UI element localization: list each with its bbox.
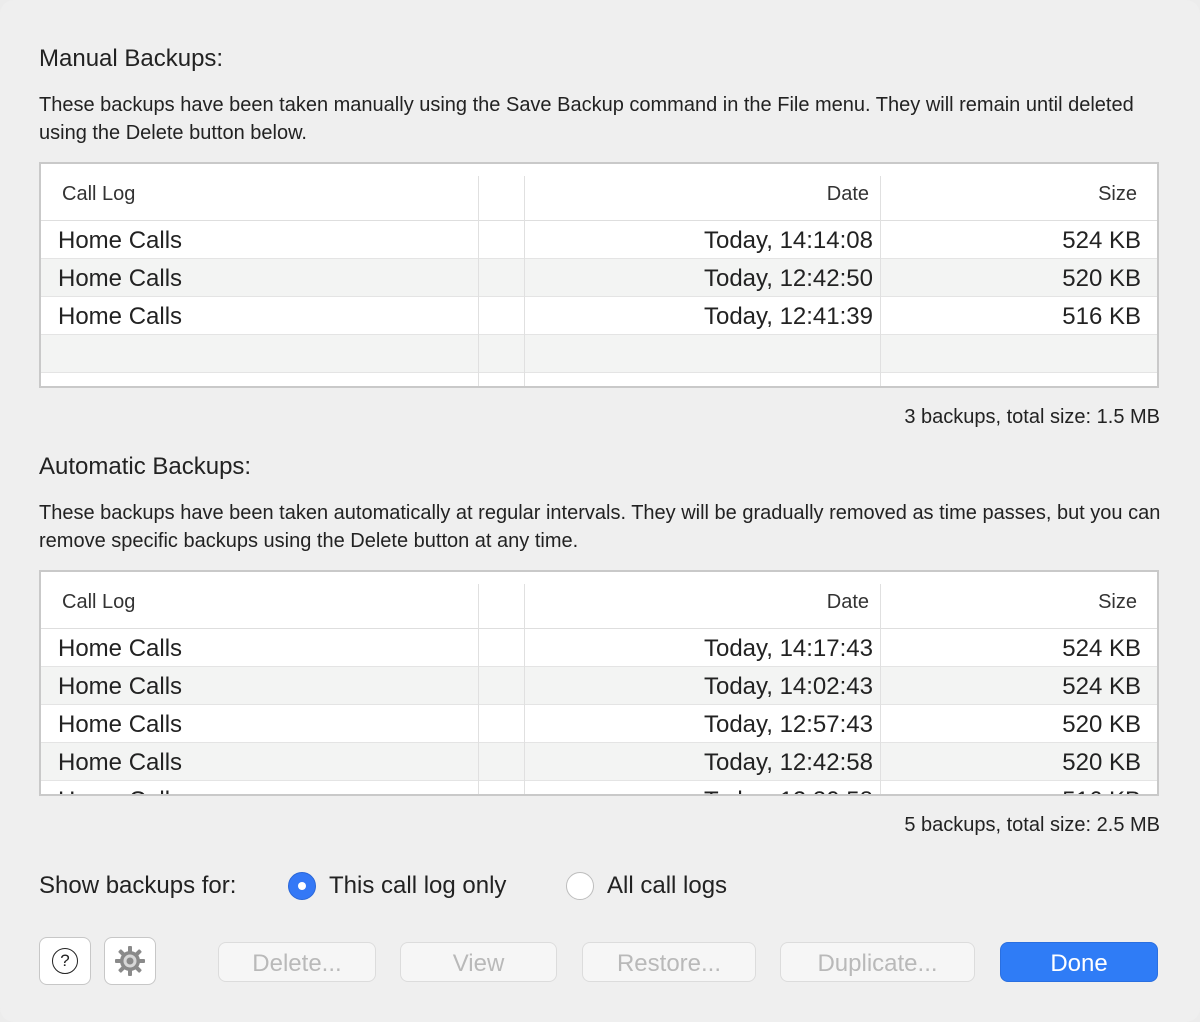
column-divider: [524, 220, 525, 386]
table-row[interactable]: Home Calls Today, 12:42:50 520 KB: [41, 259, 1157, 297]
row-size: 520 KB: [1062, 749, 1141, 776]
table-row[interactable]: Home Calls Today, 12:30:58 516 KB: [41, 781, 1157, 794]
row-size: 520 KB: [1062, 711, 1141, 738]
manual-backups-summary: 3 backups, total size: 1.5 MB: [904, 406, 1160, 428]
row-size: 516 KB: [1062, 303, 1141, 330]
done-button[interactable]: Done: [1000, 942, 1158, 982]
row-date: Today, 12:42:50: [703, 265, 873, 292]
row-size: 520 KB: [1062, 265, 1141, 292]
radio-all-call-logs[interactable]: [566, 872, 594, 900]
table-row[interactable]: Home Calls Today, 14:17:43 524 KB: [41, 629, 1157, 667]
column-divider: [880, 220, 881, 386]
row-call-log: Home Calls: [58, 673, 183, 700]
column-header-date[interactable]: Date: [827, 572, 869, 628]
column-divider: [478, 628, 479, 794]
table-row[interactable]: Home Calls Today, 12:42:58 520 KB: [41, 743, 1157, 781]
column-divider: [478, 584, 479, 628]
gear-icon: [115, 946, 145, 976]
radio-label-this-call-log-only[interactable]: This call log only: [329, 872, 506, 900]
restore-button[interactable]: Restore...: [582, 942, 756, 982]
column-header-call-log[interactable]: Call Log: [62, 572, 135, 628]
row-call-log: Home Calls: [58, 303, 183, 330]
row-date: Today, 12:42:58: [703, 749, 873, 776]
automatic-backups-description: These backups have been taken automatica…: [39, 502, 1161, 552]
manual-backups-title: Manual Backups:: [39, 45, 224, 72]
automatic-backups-summary: 5 backups, total size: 2.5 MB: [904, 814, 1160, 836]
row-call-log: Home Calls: [58, 635, 183, 662]
radio-label-all-call-logs[interactable]: All call logs: [607, 872, 727, 900]
help-glyph: ?: [60, 951, 70, 970]
row-call-log: Home Calls: [58, 227, 183, 254]
backups-dialog: Manual Backups: These backups have been …: [0, 0, 1200, 1022]
table-row[interactable]: Home Calls Today, 14:14:08 524 KB: [41, 221, 1157, 259]
manual-backups-table[interactable]: Call Log Date Size Home Calls Today, 14:…: [39, 162, 1159, 388]
row-size: 516 KB: [1062, 781, 1141, 794]
row-date: Today, 14:02:43: [703, 673, 873, 700]
row-size: 524 KB: [1062, 227, 1141, 254]
column-divider: [524, 628, 525, 794]
row-size: 524 KB: [1062, 673, 1141, 700]
empty-row: [41, 373, 1157, 386]
help-button[interactable]: ?: [39, 937, 91, 985]
table-row[interactable]: Home Calls Today, 12:57:43 520 KB: [41, 705, 1157, 743]
automatic-backups-title: Automatic Backups:: [39, 453, 252, 480]
automatic-backups-table[interactable]: Call Log Date Size Home Calls Today, 14:…: [39, 570, 1159, 796]
column-divider: [478, 176, 479, 220]
row-size: 524 KB: [1062, 635, 1141, 662]
question-mark-icon: ?: [52, 948, 78, 974]
column-header-size[interactable]: Size: [1098, 572, 1137, 628]
view-button[interactable]: View: [400, 942, 557, 982]
column-header-call-log[interactable]: Call Log: [62, 164, 135, 220]
column-divider: [880, 176, 881, 220]
row-call-log: Home Calls: [58, 781, 182, 794]
table-row[interactable]: Home Calls Today, 12:41:39 516 KB: [41, 297, 1157, 335]
column-divider: [478, 220, 479, 386]
settings-button[interactable]: [104, 937, 156, 985]
radio-this-call-log-only[interactable]: [288, 872, 316, 900]
row-date: Today, 14:14:08: [703, 227, 873, 254]
column-header-date[interactable]: Date: [827, 164, 869, 220]
column-divider: [880, 584, 881, 628]
delete-button[interactable]: Delete...: [218, 942, 376, 982]
table-header: Call Log Date Size: [41, 164, 1157, 221]
column-divider: [524, 584, 525, 628]
empty-row: [41, 335, 1157, 373]
row-call-log: Home Calls: [58, 749, 183, 776]
row-date: Today, 12:57:43: [703, 711, 873, 738]
row-date: Today, 12:30:58: [704, 781, 873, 794]
row-call-log: Home Calls: [58, 711, 183, 738]
row-date: Today, 12:41:39: [703, 303, 873, 330]
row-call-log: Home Calls: [58, 265, 183, 292]
table-row[interactable]: Home Calls Today, 14:02:43 524 KB: [41, 667, 1157, 705]
table-header: Call Log Date Size: [41, 572, 1157, 629]
show-backups-label: Show backups for:: [39, 872, 237, 899]
duplicate-button[interactable]: Duplicate...: [780, 942, 975, 982]
column-header-size[interactable]: Size: [1098, 164, 1137, 220]
column-divider: [880, 628, 881, 794]
row-date: Today, 14:17:43: [703, 635, 873, 662]
manual-backups-description: These backups have been taken manually u…: [39, 94, 1134, 144]
column-divider: [524, 176, 525, 220]
